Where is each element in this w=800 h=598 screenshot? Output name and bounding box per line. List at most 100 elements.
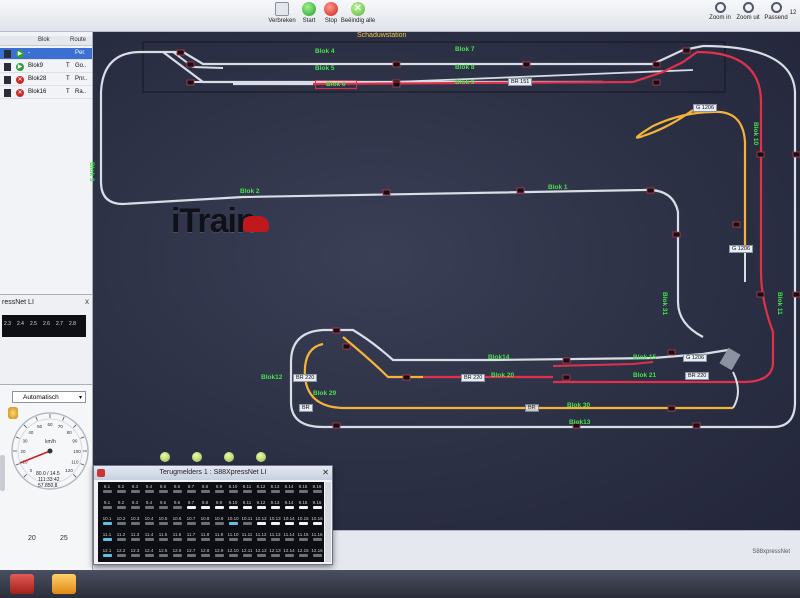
stop-icon[interactable]: ✕ [16, 89, 24, 97]
signal-marker[interactable] [792, 291, 800, 298]
sensor-id: 12.15 [297, 548, 309, 553]
feedback-sensors-window[interactable]: Terugmelders 1 : S88XpressNet LI ✕ 8.1 8.… [93, 465, 333, 565]
block-label[interactable]: Blok 6 [315, 80, 357, 89]
block-label[interactable]: Blok 4 [315, 48, 335, 55]
signal-marker[interactable] [186, 79, 195, 86]
block-label[interactable]: Blok 15 [633, 354, 656, 361]
signal-marker[interactable] [522, 61, 531, 68]
block-label[interactable]: Blok12 [261, 374, 282, 381]
signal-marker[interactable] [692, 422, 701, 429]
signal-marker[interactable] [332, 422, 341, 429]
stop-icon[interactable]: ✕ [16, 76, 24, 84]
train-label[interactable]: BR 220 [685, 372, 710, 380]
itrain-taskbar-icon[interactable] [10, 574, 34, 594]
signal-marker[interactable] [516, 187, 525, 194]
side-slider[interactable] [0, 455, 5, 491]
signal-marker[interactable] [392, 81, 401, 88]
train-list-item[interactable]: ✕ Blok28 T Pnr.. [0, 74, 92, 86]
block-label[interactable]: Blok 2 [240, 188, 260, 195]
sensor-state [200, 506, 210, 509]
close-icon[interactable]: x [85, 297, 89, 306]
block-label[interactable]: Blok 20 [491, 372, 514, 379]
mail-taskbar-icon[interactable] [52, 574, 76, 594]
signal-marker[interactable] [562, 357, 571, 364]
sensor-id: 11.10 [227, 532, 239, 537]
sensor-cell: 11.2 [114, 532, 128, 544]
magnifier-plus-icon [714, 2, 726, 13]
signal-marker[interactable] [667, 405, 676, 412]
sensor-window-title-bar[interactable]: Terugmelders 1 : S88XpressNet LI ✕ [94, 466, 332, 480]
end-all-button[interactable]: ✕ Beëindig alle [338, 2, 378, 30]
column-header-block: Blok [38, 37, 50, 43]
scrollbar[interactable] [325, 482, 331, 562]
block-label[interactable]: Blok 1 [548, 184, 568, 191]
block-label[interactable]: Blok 10 [752, 122, 759, 145]
block-label[interactable]: Blok14 [488, 354, 509, 361]
train-label[interactable]: BR [525, 404, 539, 412]
block-label[interactable]: Blok 9 [455, 79, 475, 86]
sensor-cell: 10.6 [170, 516, 184, 528]
sensor-state [116, 490, 126, 493]
sensor-cell: 8.5 [156, 484, 170, 496]
signal-marker[interactable] [792, 151, 800, 158]
train-list-item[interactable]: ▶ - Per. [0, 48, 92, 60]
magnifier-fit-icon [770, 2, 782, 13]
train-list-item[interactable]: ▶ Blok9 T Go.. [0, 61, 92, 73]
train-list-item[interactable]: ✕ Blok16 T Ra.. [0, 87, 92, 99]
sensor-state [214, 490, 224, 493]
signal-marker[interactable] [682, 47, 691, 54]
block-label[interactable]: Blok 30 [567, 402, 590, 409]
block-label[interactable]: Blok 7 [455, 46, 475, 53]
sensor-cell: 12.12 [254, 548, 268, 560]
block-label[interactable]: Blok 31 [661, 292, 668, 315]
signal-marker[interactable] [176, 49, 185, 56]
sensor-id: 10.9 [214, 516, 224, 521]
signal-marker[interactable] [342, 343, 351, 350]
sensor-state [158, 490, 168, 493]
signal-marker[interactable] [392, 61, 401, 68]
signal-marker[interactable] [652, 79, 661, 86]
mode-select[interactable]: Automatisch ▾ [12, 391, 86, 403]
signal-marker[interactable] [756, 291, 765, 298]
block-label[interactable]: Blok13 [569, 419, 590, 426]
signal-marker[interactable] [732, 221, 741, 228]
block-label[interactable]: Blok 21 [633, 372, 656, 379]
signal-marker[interactable] [646, 187, 655, 194]
play-icon[interactable]: ▶ [16, 50, 24, 58]
train-label[interactable]: BR 220 [461, 374, 486, 382]
signal-marker[interactable] [186, 61, 195, 68]
block-label[interactable]: Blok 3 [88, 162, 95, 182]
track-segment-occupied [553, 50, 775, 384]
signal-marker[interactable] [667, 349, 676, 356]
block-label[interactable]: Blok 29 [313, 390, 336, 397]
signal-marker[interactable] [332, 327, 341, 334]
toolbar-overflow[interactable]: 12 [786, 2, 800, 30]
signal-marker[interactable] [382, 189, 391, 196]
sensor-cell: 8.11 [240, 484, 254, 496]
signal-marker[interactable] [672, 231, 681, 238]
train-label[interactable]: BR [299, 404, 313, 412]
indicator-led [160, 452, 170, 462]
signal-marker[interactable] [402, 374, 411, 381]
sensor-id: 8.11 [242, 484, 252, 489]
train-label[interactable]: BR 151 [508, 78, 533, 86]
sensor-id: 9.15 [298, 500, 308, 505]
block-label[interactable]: Blok 5 [315, 65, 335, 72]
sensor-id: 8.4 [145, 484, 153, 489]
train-label[interactable]: G 1206 [693, 104, 718, 112]
signal-marker[interactable] [652, 61, 661, 68]
sensor-state [200, 490, 210, 493]
train-label[interactable]: BR 220 [293, 374, 318, 382]
train-block: Blok16 [28, 89, 47, 95]
play-icon[interactable]: ▶ [16, 63, 24, 71]
block-label[interactable]: Blok 11 [776, 292, 783, 315]
sensor-state [284, 538, 294, 541]
train-label[interactable]: G 1206 [683, 354, 708, 362]
speed-tick-label: 50 [37, 424, 43, 429]
train-label[interactable]: G 1206 [729, 245, 754, 253]
sensor-id: 12.16 [311, 548, 323, 553]
signal-marker[interactable] [562, 374, 571, 381]
close-icon[interactable]: ✕ [322, 466, 329, 480]
block-label[interactable]: Blok 8 [455, 64, 475, 71]
signal-marker[interactable] [756, 151, 765, 158]
